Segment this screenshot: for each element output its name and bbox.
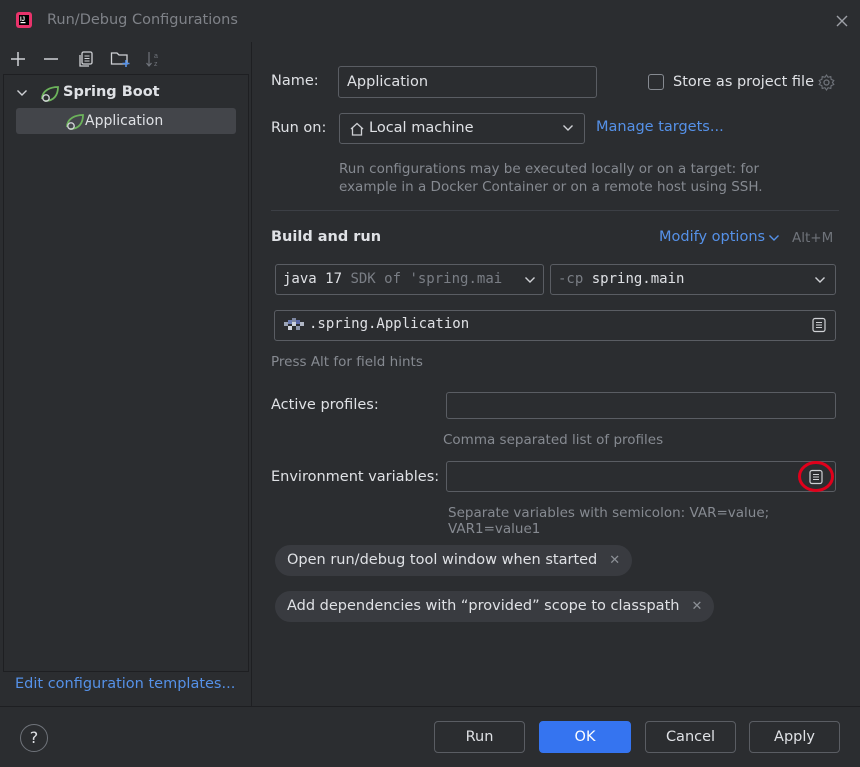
section-divider	[271, 210, 839, 211]
new-folder-icon[interactable]	[110, 50, 132, 68]
environment-variables-label: Environment variables:	[271, 469, 440, 485]
tree-group-spring-boot[interactable]: Spring Boot	[63, 84, 160, 100]
active-profiles-input[interactable]	[446, 392, 836, 419]
run-on-hint-line2: example in a Docker Container or on a re…	[339, 179, 763, 195]
intellij-app-icon: IJ	[15, 11, 33, 29]
footer-divider	[0, 706, 860, 707]
option-chip-open-tool-window: Open run/debug tool window when started ✕	[275, 545, 633, 576]
window-title: Run/Debug Configurations	[47, 12, 238, 28]
main-class-value: .spring.Application	[309, 316, 470, 332]
chevron-down-icon[interactable]	[768, 233, 780, 243]
chevron-down-icon	[814, 275, 826, 285]
store-as-project-file-label[interactable]: Store as project file	[673, 74, 814, 90]
edit-templates-link[interactable]: Edit configuration templates...	[15, 676, 235, 692]
gear-icon[interactable]	[818, 74, 835, 91]
active-profiles-hint: Comma separated list of profiles	[443, 432, 664, 448]
run-on-hint-line1: Run configurations may be executed local…	[339, 161, 760, 177]
classpath-value: -cp spring.main	[558, 271, 684, 287]
close-icon[interactable]: ✕	[609, 553, 620, 568]
chevron-down-icon	[524, 275, 536, 285]
run-on-label: Run on:	[271, 120, 327, 136]
environment-variables-hint: Separate variables with semicolon: VAR=v…	[448, 505, 770, 537]
chevron-down-icon	[562, 123, 574, 133]
redacted-package-prefix	[284, 318, 308, 332]
chip-label: Open run/debug tool window when started	[287, 552, 598, 568]
sdk-main: java 17	[283, 271, 343, 287]
name-label: Name:	[271, 73, 319, 89]
cancel-button[interactable]: Cancel	[645, 721, 736, 753]
apply-button[interactable]: Apply	[749, 721, 840, 753]
close-icon[interactable]: ✕	[691, 599, 702, 614]
sdk-value: java 17 SDK of 'spring.mai	[283, 271, 515, 287]
home-icon	[349, 121, 365, 137]
chevron-down-icon[interactable]	[16, 88, 28, 98]
browse-document-icon[interactable]	[811, 317, 827, 333]
copy-icon[interactable]	[77, 50, 95, 68]
svg-text:a: a	[154, 53, 158, 60]
sort-icon[interactable]: az	[145, 50, 163, 68]
manage-targets-link[interactable]: Manage targets...	[596, 119, 724, 135]
modify-options-shortcut: Alt+M	[792, 230, 834, 246]
configuration-tree	[3, 74, 249, 672]
cp-module: spring.main	[591, 271, 685, 287]
run-on-value: Local machine	[369, 120, 474, 136]
highlight-circle	[797, 460, 835, 493]
field-hints-note: Press Alt for field hints	[271, 354, 423, 370]
close-icon[interactable]	[834, 13, 850, 29]
add-icon[interactable]	[9, 50, 27, 68]
store-as-project-file-checkbox[interactable]	[648, 74, 664, 90]
remove-icon[interactable]	[42, 50, 60, 68]
sdk-hint: SDK of 'spring.mai	[350, 271, 503, 287]
chip-label: Add dependencies with “provided” scope t…	[287, 598, 680, 614]
name-input[interactable]: Application	[338, 66, 597, 98]
build-and-run-heading: Build and run	[271, 229, 382, 245]
environment-variables-input[interactable]	[446, 461, 836, 492]
help-button[interactable]: ?	[20, 724, 48, 752]
spring-boot-icon	[64, 112, 86, 132]
modify-options-link[interactable]: Modify options	[659, 229, 765, 245]
cp-flag: -cp	[558, 271, 584, 287]
tree-item-label: Application	[85, 113, 164, 129]
active-profiles-label: Active profiles:	[271, 397, 379, 413]
spring-boot-icon	[39, 84, 61, 104]
svg-text:IJ: IJ	[20, 17, 25, 23]
ok-button[interactable]: OK	[539, 721, 631, 753]
svg-text:z: z	[154, 61, 158, 68]
option-chip-provided-scope: Add dependencies with “provided” scope t…	[275, 591, 715, 622]
run-button[interactable]: Run	[434, 721, 525, 753]
